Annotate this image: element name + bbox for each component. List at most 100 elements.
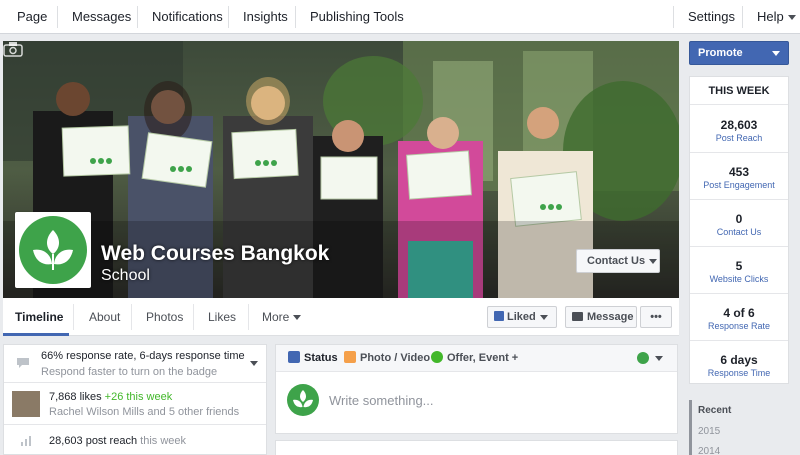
divider bbox=[131, 304, 132, 330]
chevron-down-icon bbox=[539, 314, 548, 320]
year-2015[interactable]: 2015 bbox=[698, 426, 720, 437]
camera-icon[interactable] bbox=[3, 41, 23, 57]
feed-card bbox=[275, 440, 678, 455]
likes-delta: +26 this week bbox=[104, 391, 173, 403]
page-name: Web Courses Bangkok bbox=[101, 242, 330, 265]
contact-us-button[interactable]: Contact Us bbox=[576, 249, 660, 273]
stat-website-clicks[interactable]: 5 Website Clicks bbox=[690, 247, 788, 294]
chevron-down-icon bbox=[649, 258, 658, 264]
liked-button[interactable]: Liked bbox=[487, 306, 557, 328]
pencil-icon bbox=[288, 351, 300, 363]
tab-timeline[interactable]: Timeline bbox=[15, 298, 63, 336]
tab-notifications[interactable]: Notifications bbox=[138, 0, 237, 34]
this-week-panel: THIS WEEK 28,603 Post Reach 453 Post Engag… bbox=[689, 76, 789, 384]
promote-label: Promote bbox=[698, 47, 743, 59]
composer-tab-photo-video[interactable]: Photo / Video bbox=[344, 345, 430, 372]
post-reach-count: 28,603 post reach bbox=[49, 435, 138, 447]
tab-publishing-tools[interactable]: Publishing Tools bbox=[296, 0, 418, 34]
stat-label: Response Rate bbox=[707, 321, 771, 331]
photo-video-label: Photo / Video bbox=[360, 352, 431, 364]
contact-us-label: Contact Us bbox=[587, 255, 646, 267]
likes-count-line: 7,868 likes +26 this week bbox=[49, 391, 172, 403]
more-options-icon: ••• bbox=[650, 311, 662, 323]
divider bbox=[248, 304, 249, 330]
chevron-down-icon[interactable] bbox=[655, 356, 663, 361]
timeline-year-nav: Recent 2015 2014 bbox=[689, 400, 789, 455]
thumbs-up-icon bbox=[494, 311, 504, 321]
this-week-title: THIS WEEK bbox=[690, 77, 788, 105]
chevron-down-icon bbox=[293, 315, 302, 321]
chevron-down-icon bbox=[787, 15, 796, 21]
reach-row[interactable]: 28,603 post reach this week bbox=[4, 431, 266, 455]
stat-value: 6 days bbox=[720, 353, 758, 367]
more-options-button[interactable]: ••• bbox=[640, 306, 672, 328]
year-2014[interactable]: 2014 bbox=[698, 446, 720, 455]
response-rate-row[interactable]: 66% response rate, 6-days response time … bbox=[4, 345, 266, 383]
leaf-logo-icon bbox=[19, 216, 87, 284]
stat-post-engagement[interactable]: 453 Post Engagement bbox=[690, 153, 788, 200]
message-button[interactable]: Message bbox=[565, 306, 637, 328]
likes-count: 7,868 likes bbox=[49, 391, 102, 403]
photo-icon bbox=[344, 351, 356, 363]
message-icon bbox=[572, 312, 583, 321]
stat-contact-us[interactable]: 0 Contact Us bbox=[690, 200, 788, 247]
year-recent[interactable]: Recent bbox=[698, 405, 731, 416]
page-navigation: Timeline About Photos Likes More Liked M… bbox=[3, 298, 679, 336]
tab-insights[interactable]: Insights bbox=[229, 0, 302, 34]
composer-tab-status[interactable]: Status bbox=[288, 345, 338, 372]
profile-picture[interactable] bbox=[15, 212, 91, 288]
status-label: Status bbox=[304, 352, 338, 364]
friend-avatar bbox=[12, 391, 40, 417]
composer-tab-offer-event[interactable]: Offer, Event + bbox=[431, 345, 518, 372]
tab-about[interactable]: About bbox=[89, 298, 120, 336]
year-nav-indicator bbox=[689, 400, 692, 455]
tab-page[interactable]: Page bbox=[3, 0, 61, 34]
stat-label: Post Reach bbox=[715, 133, 763, 143]
offer-event-label: Offer, Event + bbox=[447, 352, 519, 364]
page-category: School bbox=[101, 267, 150, 284]
stat-post-reach[interactable]: 28,603 Post Reach bbox=[690, 106, 788, 153]
tab-photos[interactable]: Photos bbox=[146, 298, 183, 336]
stat-label: Contact Us bbox=[716, 227, 762, 237]
friends-who-like[interactable]: Rachel Wilson Mills and 5 other friends bbox=[49, 406, 239, 418]
promote-button[interactable]: Promote bbox=[689, 41, 789, 65]
cover-photo[interactable]: Web Courses Bangkok School Contact Us bbox=[3, 41, 679, 298]
speech-bubble-icon bbox=[17, 358, 29, 368]
stat-label: Response Time bbox=[707, 368, 771, 378]
divider bbox=[193, 304, 194, 330]
divider bbox=[73, 304, 74, 330]
offer-icon bbox=[431, 351, 443, 363]
chevron-down-icon[interactable] bbox=[250, 361, 258, 366]
stat-response-time[interactable]: 6 days Response Time bbox=[690, 341, 788, 388]
likes-row[interactable]: 7,868 likes +26 this week Rachel Wilson … bbox=[4, 383, 266, 425]
tab-settings[interactable]: Settings bbox=[674, 0, 749, 34]
stat-value: 5 bbox=[735, 259, 743, 273]
stat-label: Post Engagement bbox=[703, 180, 775, 190]
response-rate-text: 66% response rate, 6-days response time bbox=[41, 350, 245, 362]
post-as-page-icon[interactable] bbox=[637, 352, 649, 364]
tab-likes[interactable]: Likes bbox=[208, 298, 236, 336]
stat-value: 453 bbox=[728, 165, 750, 179]
stat-value: 28,603 bbox=[720, 118, 758, 132]
active-tab-indicator bbox=[3, 333, 69, 336]
page-avatar-icon bbox=[287, 384, 319, 416]
about-summary-card: 66% response rate, 6-days response time … bbox=[3, 344, 267, 455]
post-reach-line: 28,603 post reach this week bbox=[49, 435, 186, 447]
more-label: More bbox=[262, 310, 290, 324]
post-composer: Status Photo / Video Offer, Event + Writ… bbox=[275, 344, 678, 434]
stat-value: 4 of 6 bbox=[723, 306, 755, 320]
response-hint-text: Respond faster to turn on the badge bbox=[41, 366, 218, 378]
tab-help[interactable]: Help bbox=[743, 0, 796, 34]
tab-more[interactable]: More bbox=[262, 298, 302, 336]
stat-label: Website Clicks bbox=[709, 274, 769, 284]
status-input[interactable]: Write something... bbox=[329, 393, 434, 408]
stat-response-rate[interactable]: 4 of 6 Response Rate bbox=[690, 294, 788, 341]
message-label: Message bbox=[587, 311, 634, 323]
help-label: Help bbox=[757, 9, 784, 24]
bar-chart-icon bbox=[21, 436, 31, 446]
tab-messages[interactable]: Messages bbox=[58, 0, 145, 34]
stat-value: 0 bbox=[735, 212, 743, 226]
post-reach-period: this week bbox=[140, 435, 186, 447]
composer-tabs: Status Photo / Video Offer, Event + bbox=[276, 345, 677, 372]
liked-label: Liked bbox=[507, 311, 536, 323]
